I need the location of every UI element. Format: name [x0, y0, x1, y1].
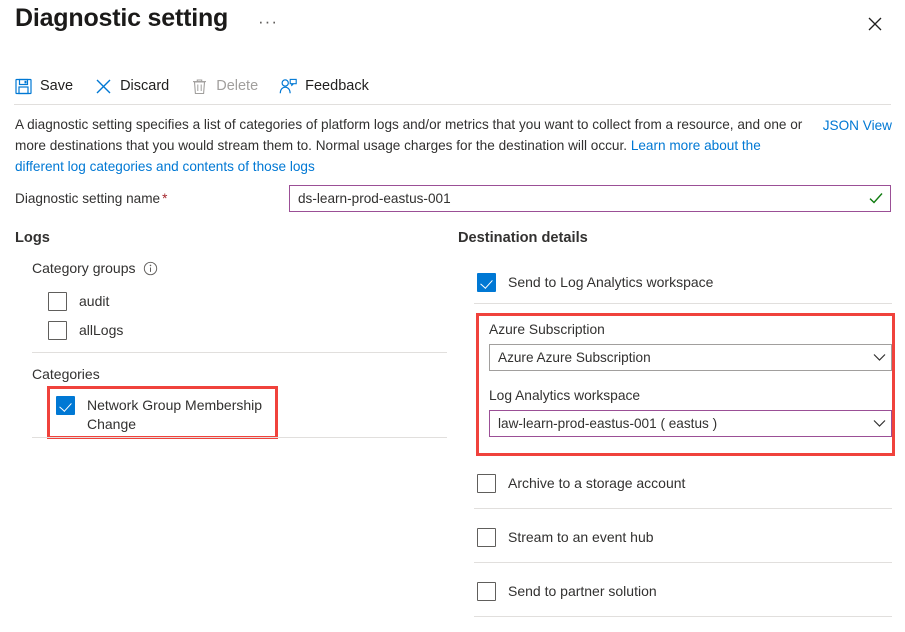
send-to-log-analytics-label: Send to Log Analytics workspace [508, 273, 713, 292]
green-checkmark-icon [868, 190, 884, 206]
audit-checkbox[interactable] [48, 292, 67, 311]
alllogs-checkbox[interactable] [48, 321, 67, 340]
log-analytics-workspace-label: Log Analytics workspace [489, 388, 640, 403]
diagnostic-setting-blade: Diagnostic setting ··· Save [0, 0, 905, 632]
discard-button[interactable]: Discard [94, 70, 177, 102]
description-text: A diagnostic setting specifies a list of… [15, 114, 805, 177]
category-groups-label: Category groups [32, 260, 158, 276]
send-to-log-analytics-checkbox[interactable] [477, 273, 496, 292]
json-view-link[interactable]: JSON View [823, 117, 892, 135]
network-group-membership-change-label: Network Group Membership Change [87, 396, 277, 434]
destination-divider-4 [474, 616, 892, 617]
log-analytics-workspace-dropdown[interactable]: law-learn-prod-eastus-001 ( eastus ) [489, 410, 892, 437]
required-marker: * [162, 191, 167, 206]
checkbox-row-send-to-log-analytics[interactable]: Send to Log Analytics workspace [477, 273, 713, 292]
logs-divider-1 [32, 352, 447, 353]
delete-label: Delete [216, 77, 258, 95]
alllogs-label: allLogs [79, 321, 123, 340]
category-groups-label-text: Category groups [32, 260, 136, 276]
network-group-membership-change-checkbox[interactable] [56, 396, 75, 415]
save-button[interactable]: Save [14, 70, 81, 102]
azure-subscription-label: Azure Subscription [489, 322, 605, 337]
close-icon [868, 17, 882, 31]
save-label: Save [40, 77, 73, 95]
checkbox-row-event-hub[interactable]: Stream to an event hub [477, 528, 654, 547]
azure-subscription-value: Azure Azure Subscription [490, 350, 867, 365]
feedback-button[interactable]: Feedback [279, 70, 377, 102]
logs-divider-2 [32, 437, 447, 438]
diagnostic-setting-name-field[interactable] [289, 185, 891, 212]
categories-label: Categories [32, 366, 100, 382]
destination-divider-3 [474, 562, 892, 563]
delete-button: Delete [190, 70, 266, 102]
checkbox-row-partner-solution[interactable]: Send to partner solution [477, 582, 657, 601]
checkbox-row-alllogs[interactable]: allLogs [48, 321, 123, 340]
destination-divider-1 [474, 303, 892, 304]
destination-divider-2 [474, 508, 892, 509]
partner-solution-checkbox[interactable] [477, 582, 496, 601]
checkbox-row-archive-storage[interactable]: Archive to a storage account [477, 474, 685, 493]
destination-details-title: Destination details [458, 230, 588, 246]
command-bar: Save Discard Delete [14, 70, 390, 102]
delete-icon [190, 77, 208, 95]
chevron-down-icon [867, 353, 891, 362]
checkbox-row-audit[interactable]: audit [48, 292, 109, 311]
save-icon [14, 77, 32, 95]
close-button[interactable] [859, 8, 891, 40]
page-title: Diagnostic setting [15, 4, 228, 33]
audit-label: audit [79, 292, 109, 311]
partner-solution-label: Send to partner solution [508, 582, 657, 601]
event-hub-label: Stream to an event hub [508, 528, 654, 547]
log-analytics-workspace-value: law-learn-prod-eastus-001 ( eastus ) [490, 416, 867, 431]
feedback-icon [279, 77, 297, 95]
info-icon[interactable] [143, 261, 158, 276]
event-hub-checkbox[interactable] [477, 528, 496, 547]
header-divider [14, 104, 891, 105]
discard-icon [94, 77, 112, 95]
archive-storage-label: Archive to a storage account [508, 474, 685, 493]
checkbox-row-network-group-membership-change[interactable]: Network Group Membership Change [56, 396, 277, 434]
logs-section-title: Logs [15, 230, 50, 246]
azure-subscription-dropdown[interactable]: Azure Azure Subscription [489, 344, 892, 371]
feedback-label: Feedback [305, 77, 369, 95]
diagnostic-setting-name-label: Diagnostic setting name* [15, 189, 167, 209]
archive-storage-checkbox[interactable] [477, 474, 496, 493]
more-options-ellipsis[interactable]: ··· [258, 10, 278, 34]
chevron-down-icon [867, 419, 891, 428]
discard-label: Discard [120, 77, 169, 95]
name-label-text: Diagnostic setting name [15, 191, 160, 206]
diagnostic-setting-name-input[interactable] [290, 186, 858, 211]
